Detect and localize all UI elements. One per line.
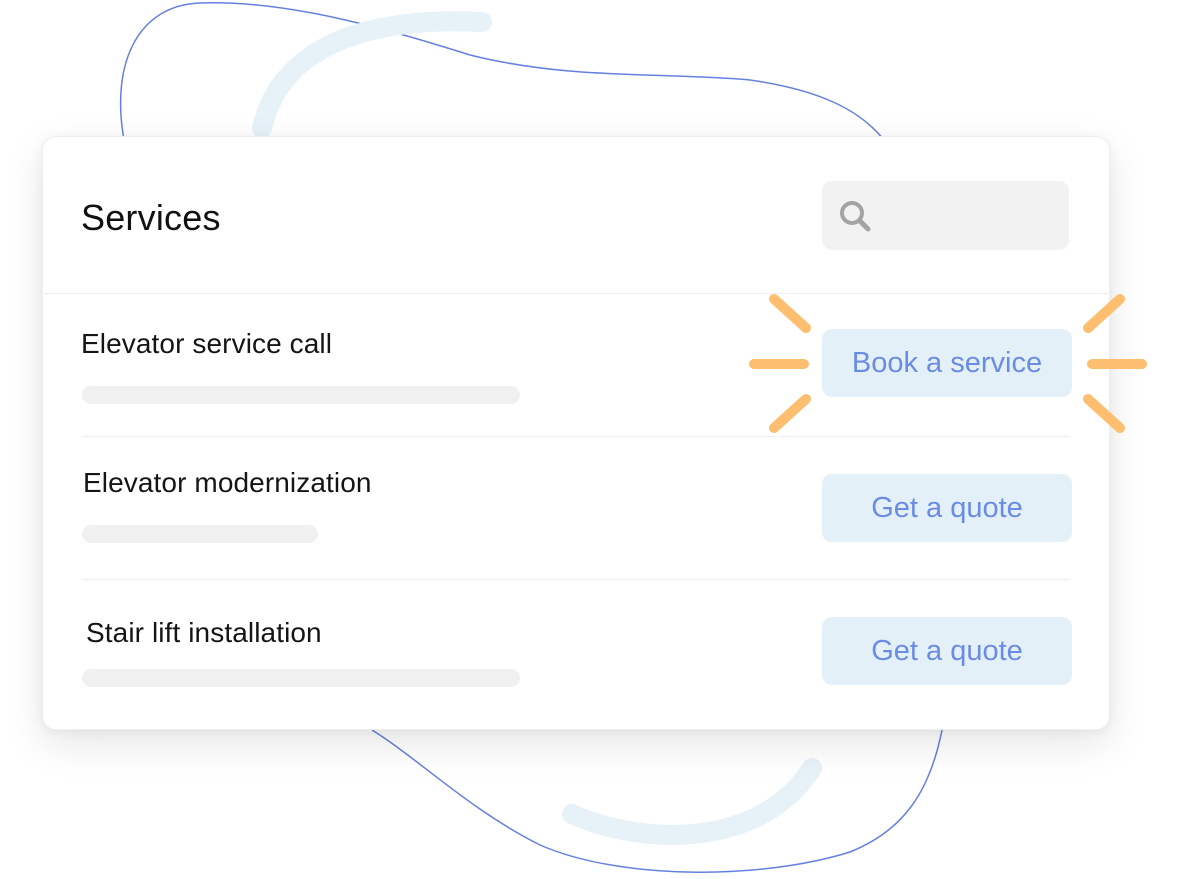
row-divider xyxy=(82,579,1070,580)
page-title: Services xyxy=(81,197,221,238)
service-label-elevator-service-call: Elevator service call xyxy=(81,328,333,359)
service-label-elevator-modernization: Elevator modernization xyxy=(83,467,372,498)
row-divider xyxy=(82,436,1070,437)
search-icon xyxy=(840,201,871,232)
decor-arc-bottom xyxy=(562,758,822,845)
service-label-stair-lift-installation: Stair lift installation xyxy=(86,617,322,648)
get-a-quote-button[interactable]: Get a quote xyxy=(822,617,1072,685)
book-a-service-button[interactable]: Book a service xyxy=(822,329,1072,397)
decor-curve-bottom xyxy=(371,729,943,873)
decor-curve-top xyxy=(119,2,885,141)
description-placeholder xyxy=(82,525,318,543)
get-a-quote-button[interactable]: Get a quote xyxy=(822,474,1072,542)
description-placeholder xyxy=(82,669,520,687)
description-placeholder xyxy=(82,386,520,404)
decor-arc-top xyxy=(252,11,492,138)
